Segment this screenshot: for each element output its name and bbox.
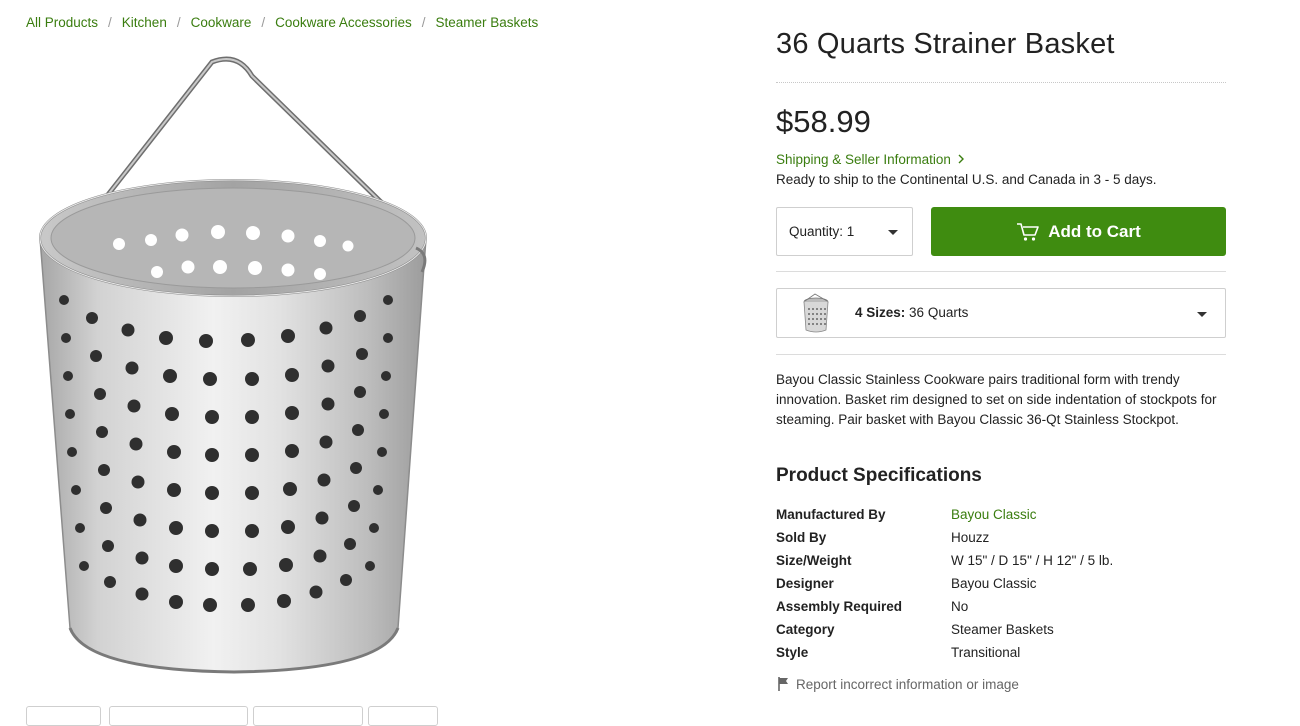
spec-key: Designer	[776, 576, 834, 591]
divider	[776, 271, 1226, 272]
sizes-selected: 36 Quarts	[909, 305, 969, 320]
breadcrumb-separator: /	[108, 15, 112, 30]
thumbnail[interactable]	[26, 706, 101, 726]
report-link[interactable]: Report incorrect information or image	[776, 676, 1019, 692]
product-image[interactable]	[26, 48, 446, 678]
spec-key: Sold By	[776, 530, 827, 545]
breadcrumb-item-cookware[interactable]: Cookware	[191, 15, 252, 30]
size-select-text: 4 Sizes: 36 Quarts	[855, 305, 968, 320]
spec-row: Category Steamer Baskets	[776, 618, 1226, 641]
breadcrumb-separator: /	[421, 15, 426, 30]
size-thumbnail	[803, 293, 829, 333]
spec-row: Manufactured By Bayou Classic	[776, 503, 1226, 526]
breadcrumb-item-cookware-accessories[interactable]: Cookware Accessories	[275, 15, 412, 30]
breadcrumb: All Products / Kitchen / Cookware / Cook…	[26, 15, 538, 30]
spec-value: Houzz	[951, 530, 990, 545]
spec-key: Manufactured By	[776, 507, 886, 522]
breadcrumb-separator: /	[261, 15, 266, 30]
spec-value: No	[951, 599, 969, 614]
spec-row: Assembly Required No	[776, 595, 1226, 618]
chevron-right-icon	[958, 152, 965, 167]
product-description: Bayou Classic Stainless Cookware pairs t…	[776, 372, 1217, 427]
spec-value: W 15" / D 15" / H 12" / 5 lb.	[951, 553, 1114, 568]
breadcrumb-separator: /	[176, 15, 181, 30]
specifications-heading: Product Specifications	[776, 465, 982, 486]
thumbnail[interactable]	[368, 706, 438, 726]
spec-key: Size/Weight	[776, 553, 852, 568]
report-link-label: Report incorrect information or image	[796, 676, 1019, 692]
manufacturer-link[interactable]: Bayou Classic	[951, 503, 1037, 526]
thumbnail[interactable]	[109, 706, 248, 726]
spec-row: Style Transitional	[776, 641, 1226, 664]
divider	[776, 354, 1226, 355]
breadcrumb-item-all-products[interactable]: All Products	[26, 15, 98, 30]
spec-key: Category	[776, 622, 835, 637]
spec-row: Designer Bayou Classic	[776, 572, 1226, 595]
cart-icon	[1017, 222, 1040, 241]
divider	[776, 82, 1226, 83]
spec-key: Style	[776, 645, 809, 660]
spec-value: Transitional	[951, 645, 1021, 660]
chevron-down-icon	[1197, 312, 1207, 317]
specifications-table: Manufactured By Bayou Classic Sold By Ho…	[776, 503, 1226, 664]
shipping-info-link[interactable]: Shipping & Seller Information	[776, 152, 965, 167]
add-to-cart-button[interactable]: Add to Cart	[931, 207, 1226, 256]
spec-row: Size/Weight W 15" / D 15" / H 12" / 5 lb…	[776, 549, 1226, 572]
shipping-note: Ready to ship to the Continental U.S. an…	[776, 172, 1157, 187]
spec-value: Steamer Baskets	[951, 622, 1054, 637]
thumbnail[interactable]	[253, 706, 363, 726]
size-select[interactable]: 4 Sizes: 36 Quarts	[776, 288, 1226, 338]
quantity-label: Quantity: 1	[789, 224, 855, 239]
breadcrumb-item-kitchen[interactable]: Kitchen	[122, 15, 167, 30]
quantity-select[interactable]: Quantity: 1	[776, 207, 913, 256]
add-to-cart-label: Add to Cart	[1048, 221, 1141, 241]
shipping-info-label: Shipping & Seller Information	[776, 152, 951, 167]
sizes-count: 4 Sizes:	[855, 305, 906, 320]
spec-value: Bayou Classic	[951, 576, 1037, 591]
product-price: $58.99	[776, 104, 871, 139]
chevron-down-icon	[888, 230, 898, 235]
product-title: 36 Quarts Strainer Basket	[776, 28, 1115, 60]
flag-icon	[778, 677, 788, 691]
spec-row: Sold By Houzz	[776, 526, 1226, 549]
spec-key: Assembly Required	[776, 599, 903, 614]
breadcrumb-item-steamer-baskets[interactable]: Steamer Baskets	[435, 15, 538, 30]
